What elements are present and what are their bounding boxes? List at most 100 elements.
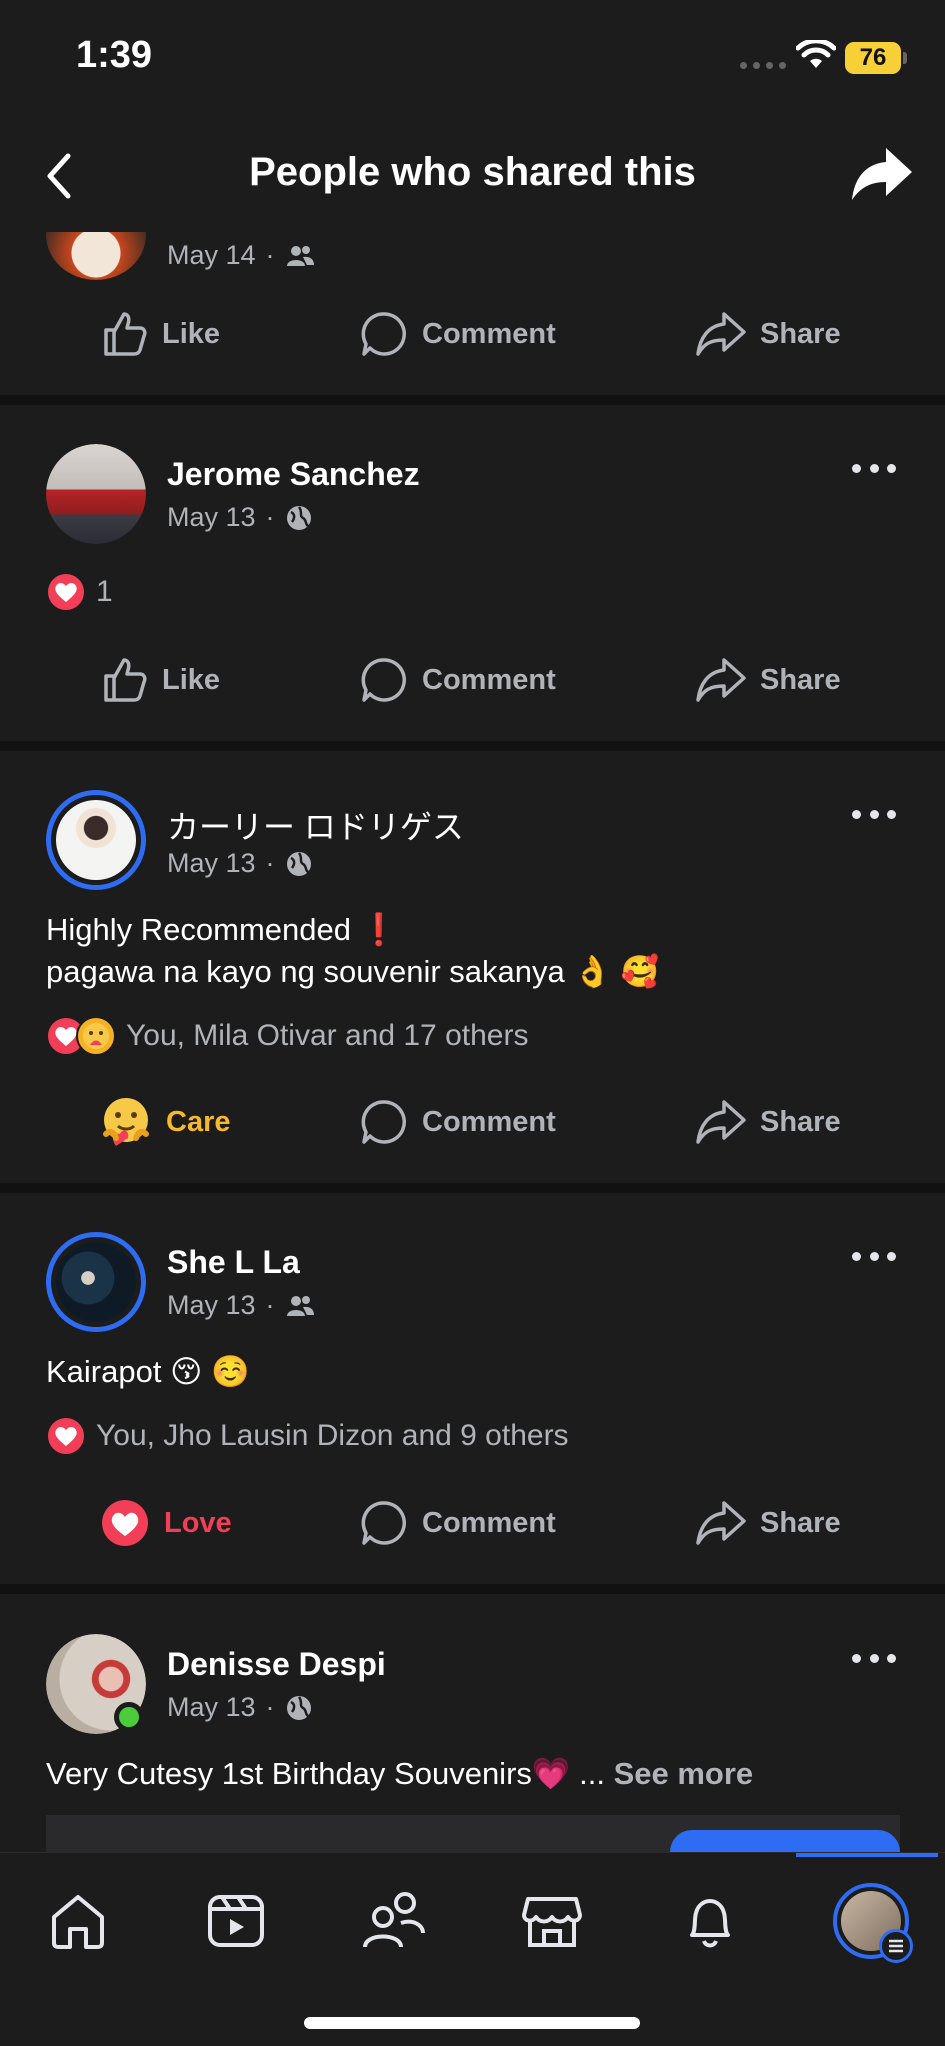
post-text-line: Kairapot 😚 ☺️: [46, 1354, 250, 1389]
divider: [0, 1183, 945, 1193]
page-title: People who shared this: [249, 150, 696, 194]
love-reaction-icon: [102, 1500, 148, 1546]
tab-home[interactable]: [38, 1881, 118, 1961]
online-status-dot: [114, 1702, 144, 1732]
post-date: May 13: [167, 502, 256, 532]
author-name[interactable]: カーリー ロドリゲス: [167, 802, 464, 848]
like-label: Like: [162, 663, 221, 696]
comment-icon: [361, 1100, 407, 1144]
wifi-icon: [796, 40, 836, 68]
share-button[interactable]: Share: [696, 1493, 841, 1553]
share-label: Share: [760, 1506, 841, 1539]
divider: [0, 395, 945, 405]
reaction-names: You, Jho Lausin Dizon and 9 others: [96, 1419, 569, 1452]
post-actions: Love Comment Share: [0, 1493, 945, 1553]
care-reaction-icon: [103, 1098, 149, 1146]
tab-marketplace[interactable]: [512, 1881, 592, 1961]
comment-button[interactable]: Comment: [360, 650, 556, 710]
bell-icon: [690, 1899, 730, 1948]
more-options-icon[interactable]: [852, 810, 896, 822]
post-date: May 14: [167, 240, 256, 270]
tab-notifications[interactable]: [670, 1881, 750, 1961]
post-meta: May 13 ·: [167, 502, 313, 533]
comment-label: Comment: [422, 317, 556, 350]
more-options-icon[interactable]: [852, 1654, 896, 1666]
marketplace-icon: [522, 1897, 582, 1947]
bottom-tab-bar: [0, 1852, 945, 2046]
post-meta: May 13 ·: [167, 1692, 313, 1723]
comment-button[interactable]: Comment: [360, 1092, 556, 1152]
post-date: May 13: [167, 1290, 256, 1320]
share-button[interactable]: Share: [696, 1092, 841, 1152]
thumbs-up-icon: [104, 658, 147, 702]
author-name[interactable]: She L La: [167, 1244, 300, 1281]
divider: [0, 1584, 945, 1594]
top-bar: People who shared this: [0, 120, 945, 232]
author-name[interactable]: Jerome Sanchez: [167, 456, 420, 493]
share-label: Share: [760, 663, 841, 696]
reaction-names: You, Mila Otivar and 17 others: [126, 1019, 529, 1052]
reaction-summary[interactable]: You, Mila Otivar and 17 others: [46, 1016, 528, 1056]
post-actions: Like Comment Share: [0, 304, 945, 364]
post-meta: May 14 ·: [167, 240, 315, 271]
share-button[interactable]: Share: [696, 304, 841, 364]
avatar[interactable]: [46, 444, 146, 544]
share-label: Share: [760, 317, 841, 350]
battery-level: 76: [845, 42, 901, 74]
comment-icon: [361, 1501, 407, 1545]
active-tab-indicator: [796, 1853, 938, 1857]
tab-video[interactable]: [196, 1881, 276, 1961]
comment-icon: [361, 658, 407, 702]
comment-button[interactable]: Comment: [360, 304, 556, 364]
home-icon: [52, 1895, 104, 1949]
love-button[interactable]: Love: [100, 1493, 232, 1553]
friends-icon: [286, 1295, 314, 1316]
post-date: May 13: [167, 1692, 256, 1722]
thumbs-up-icon: [104, 312, 147, 356]
like-button[interactable]: Like: [100, 650, 220, 710]
avatar[interactable]: [46, 1232, 146, 1332]
care-reaction-icon: [76, 1016, 116, 1056]
post-actions: Like Comment Share: [0, 650, 945, 710]
author-name[interactable]: Denisse Despi: [167, 1646, 386, 1683]
globe-icon: [286, 505, 311, 530]
globe-icon: [286, 851, 311, 876]
more-options-icon[interactable]: [852, 1252, 896, 1264]
love-reaction-icon: [46, 572, 86, 612]
tab-profile-menu[interactable]: [826, 1881, 916, 1963]
share-icon[interactable]: [850, 144, 914, 204]
comment-label: Comment: [422, 663, 556, 696]
friends-icon: [363, 1892, 425, 1948]
love-reaction-icon: [46, 1416, 86, 1456]
post-date: May 13: [167, 848, 256, 878]
reaction-count: 1: [96, 575, 113, 608]
care-label: Care: [166, 1105, 231, 1138]
post-meta: May 13 ·: [167, 1290, 315, 1321]
love-label: Love: [164, 1506, 232, 1539]
friends-icon: [286, 245, 314, 266]
comment-label: Comment: [422, 1506, 556, 1539]
like-label: Like: [162, 317, 221, 350]
see-more-link[interactable]: See more: [614, 1756, 754, 1791]
menu-icon: [879, 1929, 913, 1963]
battery-icon: 76: [845, 42, 907, 74]
share-button[interactable]: Share: [696, 650, 841, 710]
post-text: Very Cutesy 1st Birthday Souvenirs💗 ... …: [46, 1754, 753, 1794]
post-meta: May 13 ·: [167, 848, 313, 879]
care-button[interactable]: Care: [100, 1092, 231, 1152]
post-text-line: Very Cutesy 1st Birthday Souvenirs💗 ...: [46, 1756, 605, 1791]
post-actions: Care Comment Share: [0, 1092, 945, 1152]
more-options-icon[interactable]: [852, 464, 896, 476]
post-text-line: pagawa na kayo ng souvenir sakanya 👌 🥰: [46, 954, 660, 989]
comment-button[interactable]: Comment: [360, 1493, 556, 1553]
like-button[interactable]: Like: [100, 304, 220, 364]
share-arrow-icon: [696, 658, 746, 702]
comment-icon: [361, 312, 407, 356]
reaction-summary[interactable]: You, Jho Lausin Dizon and 9 others: [46, 1416, 569, 1456]
share-arrow-icon: [696, 1501, 746, 1545]
reaction-summary[interactable]: 1: [46, 572, 113, 612]
avatar[interactable]: [46, 790, 146, 890]
profile-avatar: [833, 1883, 913, 1963]
status-time: 1:39: [76, 34, 153, 76]
tab-friends[interactable]: [354, 1881, 434, 1961]
